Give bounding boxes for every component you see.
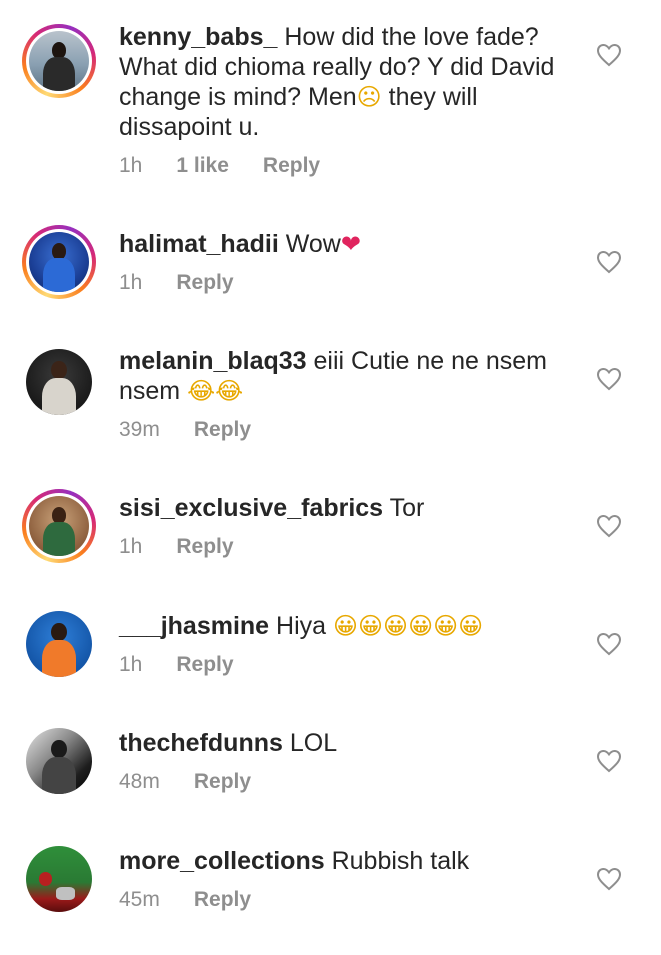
reply-button[interactable]: Reply	[194, 418, 251, 442]
comment-item: halimat_hadii Wow❤ 1h Reply	[0, 225, 661, 315]
reply-button[interactable]: Reply	[176, 653, 233, 677]
comment-meta: 45m Reply	[119, 888, 574, 912]
comment-message: Wow	[285, 230, 341, 258]
comment-text: ___jhasmine Hiya 😀😀😀😀😀😀	[119, 611, 574, 641]
comment-message: Tor	[389, 494, 425, 522]
comment-username[interactable]: halimat_hadii	[119, 230, 279, 258]
comment-message: Rubbish talk	[331, 847, 470, 875]
comment-time: 45m	[119, 888, 160, 911]
tears-of-joy-emoji: 😂😂	[187, 377, 244, 405]
comment-username[interactable]: more_collections	[119, 847, 325, 875]
reply-button[interactable]: Reply	[194, 770, 251, 794]
reply-button[interactable]: Reply	[176, 535, 233, 559]
comment-text: sisi_exclusive_fabrics Tor	[119, 493, 574, 523]
comment-meta: 1h 1 like Reply	[119, 154, 574, 178]
heart-outline-icon[interactable]	[596, 250, 622, 274]
comment-text: thechefdunns LOL	[119, 728, 574, 758]
comment-username[interactable]: ___jhasmine	[119, 612, 269, 640]
grinning-face-emoji: 😀😀😀😀😀😀	[333, 612, 484, 640]
comment-username[interactable]: melanin_blaq33	[119, 347, 307, 375]
reply-button[interactable]: Reply	[263, 154, 320, 178]
comment-username[interactable]: kenny_babs_	[119, 23, 277, 51]
comment-time: 1h	[119, 154, 143, 177]
comment-item: sisi_exclusive_fabrics Tor 1h Reply	[0, 489, 661, 579]
comment-message: Hiya	[276, 612, 334, 640]
comment-meta: 39m Reply	[119, 418, 574, 442]
comment-meta: 1h Reply	[119, 653, 574, 677]
heart-outline-icon[interactable]	[596, 867, 622, 891]
comment-item: ___jhasmine Hiya 😀😀😀😀😀😀 1h Reply	[0, 607, 661, 697]
comment-meta: 1h Reply	[119, 271, 574, 295]
reply-button[interactable]: Reply	[194, 888, 251, 912]
comment-username[interactable]: sisi_exclusive_fabrics	[119, 494, 383, 522]
comment-time: 48m	[119, 770, 160, 793]
red-heart-emoji: ❤	[340, 230, 361, 258]
avatar[interactable]	[22, 842, 96, 916]
comment-username[interactable]: thechefdunns	[119, 729, 283, 757]
comment-item: more_collections Rubbish talk 45m Reply	[0, 842, 661, 932]
comment-meta: 48m Reply	[119, 770, 574, 794]
comment-item: melanin_blaq33 eiii Cutie ne ne nsem nse…	[0, 340, 661, 455]
avatar[interactable]	[22, 345, 96, 419]
comment-item: thechefdunns LOL 48m Reply	[0, 724, 661, 814]
comment-text: kenny_babs_ How did the love fade? What …	[119, 22, 574, 142]
comment-likes[interactable]: 1 like	[176, 154, 229, 178]
heart-outline-icon[interactable]	[596, 632, 622, 656]
sad-face-emoji: ☹	[356, 83, 382, 111]
comment-time: 1h	[119, 653, 143, 676]
comment-item: kenny_babs_ How did the love fade? What …	[0, 18, 661, 193]
heart-outline-icon[interactable]	[596, 43, 622, 67]
heart-outline-icon[interactable]	[596, 367, 622, 391]
avatar[interactable]	[22, 24, 96, 98]
comment-message: LOL	[289, 729, 338, 757]
comment-time: 39m	[119, 418, 160, 441]
comment-text: melanin_blaq33 eiii Cutie ne ne nsem nse…	[119, 346, 574, 406]
comment-time: 1h	[119, 535, 143, 558]
comment-meta: 1h Reply	[119, 535, 574, 559]
comment-time: 1h	[119, 271, 143, 294]
heart-outline-icon[interactable]	[596, 514, 622, 538]
avatar[interactable]	[22, 607, 96, 681]
heart-outline-icon[interactable]	[596, 749, 622, 773]
comment-text: more_collections Rubbish talk	[119, 846, 574, 876]
avatar[interactable]	[22, 724, 96, 798]
avatar[interactable]	[22, 225, 96, 299]
avatar[interactable]	[22, 489, 96, 563]
reply-button[interactable]: Reply	[176, 271, 233, 295]
comment-text: halimat_hadii Wow❤	[119, 229, 574, 259]
